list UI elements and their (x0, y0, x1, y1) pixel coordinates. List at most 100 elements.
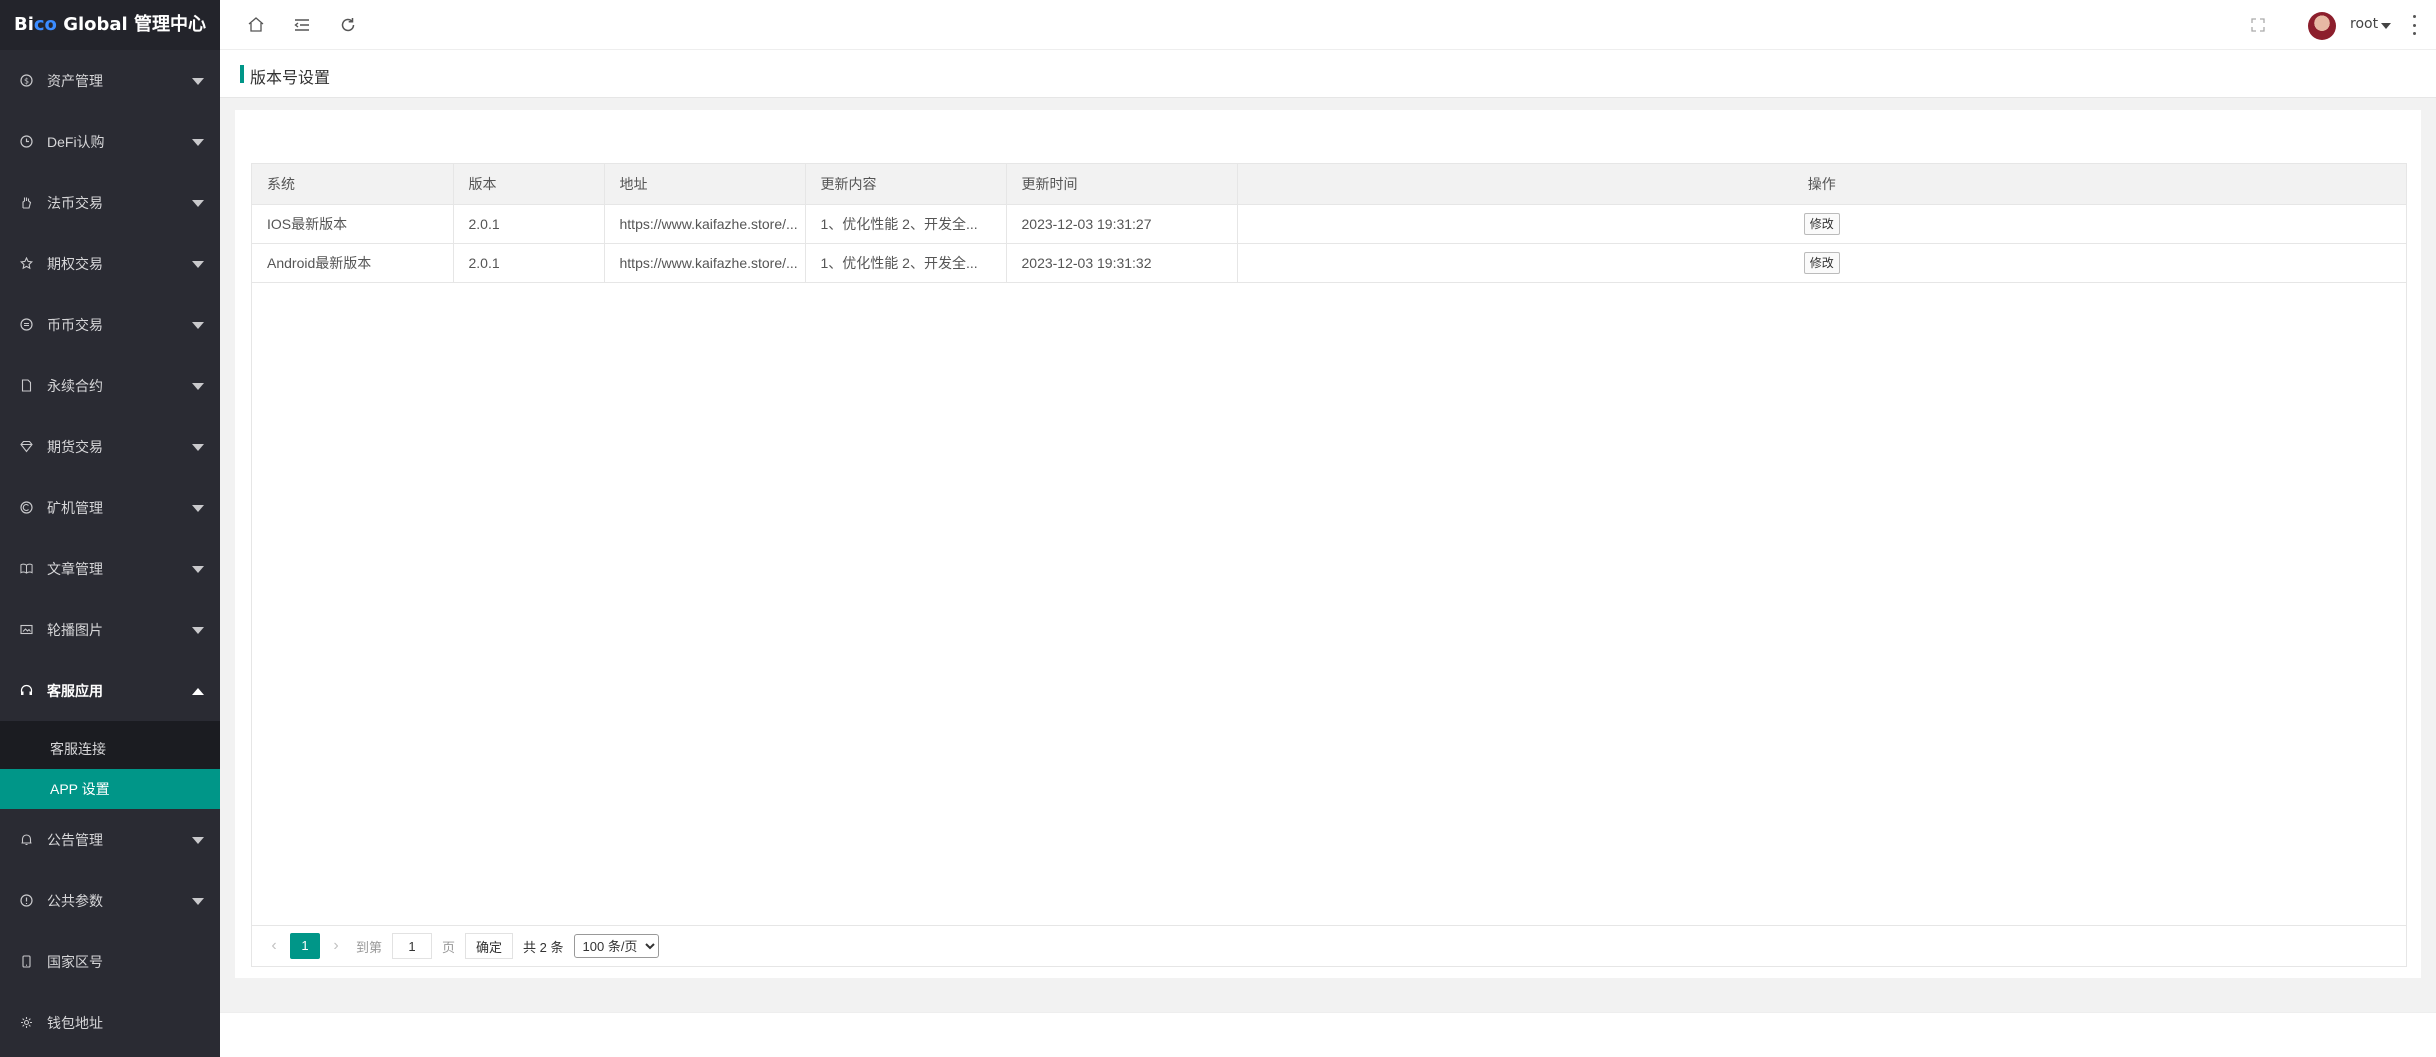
page-title-bar: 版本号设置 (220, 50, 2436, 98)
app-logo[interactable]: Bico Global 管理中心 (0, 0, 220, 50)
sidebar-item-futures[interactable]: 期货交易 (0, 416, 220, 477)
sidebar-item-options[interactable]: 期权交易 (0, 233, 220, 294)
cell-time: 2023-12-03 19:31:32 (1006, 243, 1238, 283)
chevron-down-icon (192, 260, 204, 268)
data-table-container: 系统 版本 地址 更新内容 更新时间 操作 IOS最新版本 2.0.1 http… (251, 163, 2407, 967)
sidebar-item-spot[interactable]: 币币交易 (0, 294, 220, 355)
sidebar-item-miner[interactable]: 矿机管理 (0, 477, 220, 538)
table-row[interactable]: Android最新版本 2.0.1 https://www.kaifazhe.s… (252, 243, 2406, 283)
miner-icon (20, 501, 33, 514)
refresh-icon[interactable] (336, 13, 360, 37)
goto-label: 到第 (356, 939, 383, 955)
submenu-item-app-settings[interactable]: APP 设置 (0, 769, 220, 809)
headset-icon (20, 684, 33, 697)
phone-icon (20, 955, 33, 968)
book-icon (20, 562, 33, 575)
sidebar-item-country-code[interactable]: 国家区号 (0, 931, 220, 992)
chevron-down-icon[interactable] (2381, 23, 2391, 29)
cell-action: 修改 (1237, 204, 2406, 244)
clock-icon (20, 135, 33, 148)
coin-icon: $ (20, 74, 33, 87)
sidebar-item-label: 期权交易 (47, 255, 103, 272)
home-icon[interactable] (244, 13, 268, 37)
edit-button[interactable]: 修改 (1803, 251, 1840, 274)
next-page-button[interactable]: › (326, 933, 346, 959)
sidebar-item-label: DeFi认购 (47, 133, 105, 150)
cell-action: 修改 (1237, 243, 2406, 283)
chevron-down-icon (192, 897, 204, 905)
column-header-url[interactable]: 地址 (604, 164, 806, 205)
bell-icon (20, 833, 33, 846)
footer (220, 1012, 2436, 1057)
column-header-content[interactable]: 更新内容 (805, 164, 1007, 205)
cell-url: https://www.kaifazhe.store/... (604, 243, 806, 283)
chevron-down-icon (192, 77, 204, 85)
chevron-down-icon (192, 836, 204, 844)
submenu-item-service-link[interactable]: 客服连接 (0, 729, 220, 769)
column-header-system[interactable]: 系统 (252, 164, 454, 205)
avatar[interactable] (2308, 12, 2336, 40)
chevron-down-icon (192, 382, 204, 390)
sidebar-item-assets[interactable]: $ 资产管理 (0, 50, 220, 111)
sidebar-item-label: 公共参数 (47, 892, 103, 909)
page-size-select[interactable]: 100 条/页 (573, 934, 659, 958)
prev-page-button[interactable]: ‹ (264, 933, 284, 959)
sidebar-item-defi[interactable]: DeFi认购 (0, 111, 220, 172)
column-header-time[interactable]: 更新时间 (1006, 164, 1238, 205)
chevron-down-icon (192, 626, 204, 634)
diamond-icon (20, 440, 33, 453)
fullscreen-icon[interactable] (2246, 13, 2270, 37)
cell-content: 1、优化性能 2、开发全... (805, 243, 1007, 283)
chevron-down-icon (192, 443, 204, 451)
chevron-down-icon (192, 138, 204, 146)
sidebar-item-label: 矿机管理 (47, 499, 103, 516)
current-page-button[interactable]: 1 (290, 933, 320, 959)
menu-toggle-icon[interactable] (290, 13, 314, 37)
table-header-row: 系统 版本 地址 更新内容 更新时间 操作 (252, 164, 2406, 205)
customer-service-submenu: 客服连接 APP 设置 (0, 721, 220, 809)
hand-icon (20, 196, 33, 209)
sidebar-item-wallet-address[interactable]: 钱包地址 (0, 992, 220, 1053)
top-header (220, 0, 2436, 50)
edit-button[interactable]: 修改 (1803, 212, 1840, 235)
document-icon (20, 379, 33, 392)
sidebar-item-label: 公告管理 (47, 831, 103, 848)
content-card: 系统 版本 地址 更新内容 更新时间 操作 IOS最新版本 2.0.1 http… (235, 110, 2421, 978)
sidebar-item-articles[interactable]: 文章管理 (0, 538, 220, 599)
cell-content: 1、优化性能 2、开发全... (805, 204, 1007, 244)
sidebar-item-customer-service[interactable]: 客服应用 (0, 660, 220, 721)
sidebar-item-label: 文章管理 (47, 560, 103, 577)
pagination: ‹ 1 › 到第 页 确定 共 2 条 100 条/页 (252, 925, 2406, 966)
cell-system: Android最新版本 (252, 243, 454, 283)
cell-system: IOS最新版本 (252, 204, 454, 244)
cell-version: 2.0.1 (453, 204, 605, 244)
page-number-input[interactable] (392, 933, 433, 959)
confirm-page-button[interactable]: 确定 (465, 933, 514, 959)
wallet-icon (20, 1016, 33, 1029)
page-title: 版本号设置 (250, 70, 331, 87)
sidebar-item-label: 客服应用 (47, 682, 103, 699)
table-row[interactable]: IOS最新版本 2.0.1 https://www.kaifazhe.store… (252, 204, 2406, 244)
chevron-up-icon (192, 687, 204, 695)
chevron-down-icon (192, 321, 204, 329)
sidebar-item-announcements[interactable]: 公告管理 (0, 809, 220, 870)
total-count: 共 2 条 (523, 939, 564, 955)
chevron-down-icon (192, 199, 204, 207)
more-options-icon[interactable] (2412, 15, 2416, 35)
sidebar: Bico Global 管理中心 $ 资产管理 DeFi认购 法币交易 期权交易… (0, 0, 220, 1057)
star-icon (20, 257, 33, 270)
user-name[interactable]: root (2350, 16, 2378, 32)
sidebar-item-label: 资产管理 (47, 72, 103, 89)
sidebar-item-perpetual[interactable]: 永续合约 (0, 355, 220, 416)
version-table: 系统 版本 地址 更新内容 更新时间 操作 IOS最新版本 2.0.1 http… (252, 164, 2406, 283)
sidebar-item-label: 钱包地址 (47, 1014, 103, 1031)
sidebar-item-label: 永续合约 (47, 377, 103, 394)
sidebar-item-public-params[interactable]: 公共参数 (0, 870, 220, 931)
cell-version: 2.0.1 (453, 243, 605, 283)
column-header-version[interactable]: 版本 (453, 164, 605, 205)
sidebar-item-fiat[interactable]: 法币交易 (0, 172, 220, 233)
sidebar-item-carousel[interactable]: 轮播图片 (0, 599, 220, 660)
cell-time: 2023-12-03 19:31:27 (1006, 204, 1238, 244)
sidebar-item-label: 轮播图片 (47, 621, 103, 638)
sidebar-item-label: 法币交易 (47, 194, 103, 211)
